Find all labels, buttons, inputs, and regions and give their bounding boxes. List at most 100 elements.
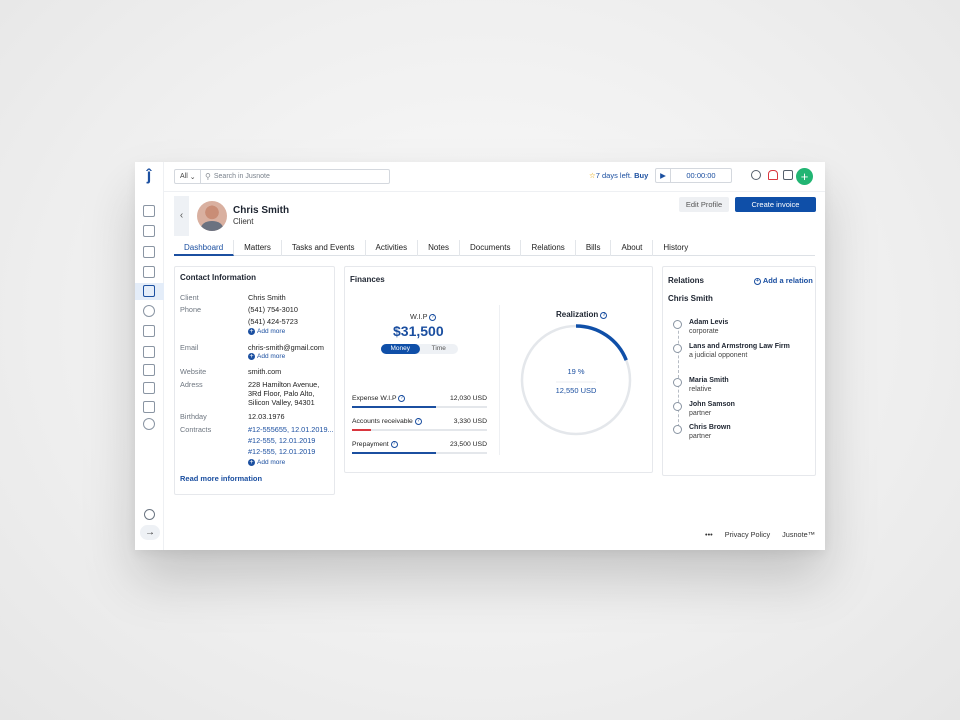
tag-icon[interactable] (143, 325, 155, 337)
divider (499, 305, 500, 455)
birthday-value: 12.03.1976 (248, 412, 285, 421)
relation-name[interactable]: Lans and Armstrong Law Firm (689, 343, 790, 350)
relation-name[interactable]: Chris Brown (689, 424, 731, 431)
finances-title: Finances (350, 275, 385, 284)
user-profile-icon[interactable] (144, 509, 155, 520)
billing-icon[interactable] (143, 305, 155, 317)
toggle-money[interactable]: Money (381, 344, 420, 354)
time-tracker[interactable]: ▶ 00:00:00 (655, 168, 732, 183)
tab-notes[interactable]: Notes (418, 240, 460, 256)
buy-link[interactable]: Buy (634, 171, 648, 180)
relation-name[interactable]: Adam Levis (689, 319, 728, 326)
add-relation-button[interactable]: + Add a relation (754, 276, 813, 285)
tasks-icon[interactable] (143, 246, 155, 258)
help-icon[interactable]: ? (429, 314, 437, 321)
notification-bell-icon[interactable] (768, 170, 778, 180)
add-contract-label: Add more (257, 459, 286, 466)
plus-icon: + (248, 328, 255, 335)
finance-row-bar (352, 429, 487, 431)
documents-icon[interactable] (783, 170, 793, 180)
realization-percent: 19 % (567, 367, 584, 376)
search-icon: ⚲ (205, 172, 211, 181)
trial-text: 7 days left. (595, 171, 633, 180)
jusnote-logo[interactable]: ĵ (142, 167, 156, 185)
tab-documents[interactable]: Documents (460, 240, 522, 256)
relation-name[interactable]: Maria Smith (689, 377, 729, 384)
sidebar-item-clients-active[interactable] (135, 283, 164, 300)
help-icon[interactable]: ? (414, 418, 422, 425)
client-role: Client (233, 217, 254, 226)
relation-role: partner (689, 433, 712, 440)
timer-value: 00:00:00 (686, 171, 716, 180)
search-input[interactable]: Search in Jusnote (214, 173, 270, 180)
help-icon[interactable]: ? (398, 395, 406, 402)
client-value: Chris Smith (248, 293, 286, 302)
finance-row-value: 12,030 USD (449, 395, 487, 402)
more-options-icon[interactable]: ••• (705, 530, 713, 539)
settings-icon[interactable] (143, 418, 155, 430)
plus-circle-icon: + (754, 278, 761, 285)
add-new-button[interactable]: + (796, 168, 813, 185)
relation-name[interactable]: John Samson (689, 401, 735, 408)
finances-card: Finances W.I.P ? $31,500 Money Time Expe… (344, 266, 653, 473)
edit-profile-button[interactable]: Edit Profile (679, 197, 729, 212)
finance-row-label: Prepayment (352, 441, 389, 448)
create-invoice-button[interactable]: Create invoice (735, 197, 816, 212)
search-scope-select[interactable]: All ⌄ (175, 170, 201, 183)
help-icon[interactable]: ? (600, 312, 608, 319)
privacy-policy-link[interactable]: Privacy Policy (725, 530, 770, 539)
clock-icon[interactable] (751, 170, 761, 180)
contact-information-card: Contact Information Client Chris Smith P… (174, 266, 335, 495)
relation-role: a judicial opponent (689, 352, 748, 359)
tab-tasks-and-events[interactable]: Tasks and Events (282, 240, 366, 256)
back-button[interactable]: ‹ (174, 196, 189, 236)
tab-dashboard[interactable]: Dashboard (174, 240, 235, 256)
wip-label: W.I.P (410, 312, 428, 321)
phone-2: (541) 424-5723 (248, 317, 298, 326)
realization-gauge: 19 % 12,550 USD (520, 324, 632, 436)
search-box[interactable]: All ⌄ ⚲ Search in Jusnote (174, 169, 390, 184)
money-time-toggle[interactable]: Money Time (381, 344, 458, 354)
tab-bills[interactable]: Bills (576, 240, 612, 256)
monitor-icon[interactable] (143, 364, 155, 376)
team-icon[interactable] (143, 382, 155, 394)
tab-about[interactable]: About (611, 240, 654, 256)
relation-node-icon (673, 378, 682, 387)
tab-relations[interactable]: Relations (521, 240, 576, 256)
relations-main-person: Chris Smith (668, 294, 713, 303)
footer: ••• Privacy Policy Jusnote™ (705, 530, 815, 539)
plus-icon: + (248, 459, 255, 466)
contract-link-2[interactable]: #12-555, 12.01.2019 (248, 436, 315, 446)
contract-link-1[interactable]: #12-555655, 12.01.2019... (248, 425, 334, 435)
add-email-button[interactable]: + Add more (248, 353, 285, 360)
relations-title: Relations (668, 276, 705, 285)
website-value[interactable]: smith.com (248, 367, 281, 377)
relations-tree-line (678, 321, 679, 427)
tab-activities[interactable]: Activities (366, 240, 419, 256)
wallet-icon[interactable] (143, 401, 155, 413)
relation-role: corporate (689, 328, 719, 335)
help-icon[interactable]: ? (390, 441, 398, 448)
add-phone-button[interactable]: + Add more (248, 328, 285, 335)
bank-icon[interactable] (143, 346, 155, 358)
toggle-time[interactable]: Time (420, 344, 459, 354)
add-email-label: Add more (257, 353, 286, 360)
search-scope-label: All (180, 173, 188, 180)
email-label: Email (180, 343, 199, 352)
tab-history[interactable]: History (653, 240, 698, 256)
tab-matters[interactable]: Matters (234, 240, 282, 256)
read-more-link[interactable]: Read more information (180, 474, 262, 483)
expand-sidebar-button[interactable]: → (140, 525, 160, 540)
home-icon[interactable] (143, 205, 155, 217)
inbox-icon[interactable] (143, 266, 155, 278)
contacts-icon[interactable] (143, 285, 155, 297)
play-icon[interactable]: ▶ (656, 169, 671, 182)
calendar-icon[interactable] (143, 225, 155, 237)
finance-row-bar (352, 406, 487, 408)
email-value[interactable]: chris-smith@gmail.com (248, 343, 324, 353)
add-contract-button[interactable]: + Add more (248, 459, 285, 466)
finance-row-value: 3,330 USD (453, 418, 487, 425)
avatar (197, 201, 227, 231)
contract-link-3[interactable]: #12-555, 12.01.2019 (248, 447, 315, 457)
relation-node-icon (673, 402, 682, 411)
